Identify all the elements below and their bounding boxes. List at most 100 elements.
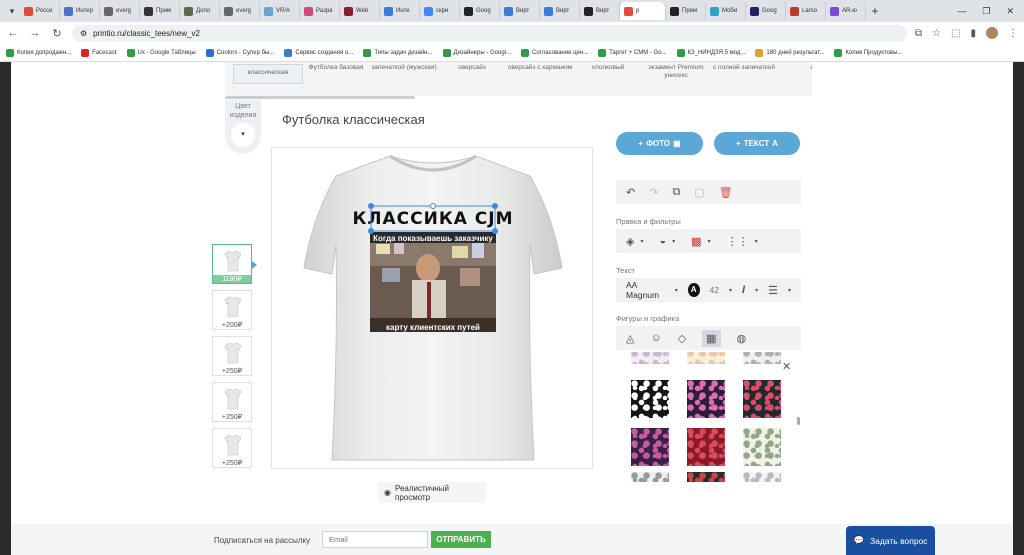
close-icon[interactable]: ✕ xyxy=(782,360,791,373)
diamond-icon[interactable]: ◇ xyxy=(678,332,686,345)
color-picker[interactable]: Цвет изделия ▾ xyxy=(225,100,261,154)
design-canvas[interactable]: Когда показываешь заказчику карту клиент… xyxy=(271,147,593,469)
pattern-swatch[interactable] xyxy=(687,380,725,418)
add-photo-button[interactable]: + ФОТО ▣ xyxy=(616,132,703,155)
copy-icon[interactable]: ⧉ xyxy=(672,186,680,199)
chevron-down-icon[interactable]: ▾ xyxy=(755,287,758,294)
pattern-swatch[interactable] xyxy=(743,472,781,482)
browser-tab[interactable]: VR/A xyxy=(260,2,300,20)
browser-tab[interactable]: Прим xyxy=(140,2,180,20)
pattern-swatch[interactable] xyxy=(631,472,669,482)
new-tab-icon[interactable]: + xyxy=(866,4,884,18)
browser-tab[interactable]: Lamo xyxy=(786,2,826,20)
browser-tab[interactable]: everg xyxy=(220,2,260,20)
bookmark-item[interactable]: Facecast xyxy=(81,48,117,57)
chevron-down-icon[interactable]: ▾ xyxy=(708,238,711,245)
browser-tab[interactable]: Прим xyxy=(666,2,706,20)
duplicate-icon[interactable]: ▢ xyxy=(694,186,704,199)
chevron-down-icon[interactable]: ▾ xyxy=(675,287,678,294)
browser-tab[interactable]: Вирт xyxy=(500,2,540,20)
caption-top[interactable]: Когда показываешь заказчику xyxy=(373,234,493,243)
send-button[interactable]: ОТПРАВИТЬ xyxy=(431,531,491,548)
font-size-select[interactable]: 42 xyxy=(710,285,719,295)
browser-tab[interactable]: Моби xyxy=(706,2,746,20)
font-color-swatch[interactable]: A xyxy=(687,283,700,297)
meme-photo[interactable] xyxy=(370,236,496,332)
pattern-swatch[interactable] xyxy=(687,352,725,364)
bookmark-item[interactable]: Таргет + СММ - Go... xyxy=(598,48,667,57)
browser-tab[interactable]: Разра xyxy=(300,2,340,20)
redo-icon[interactable]: ↷ xyxy=(649,186,658,199)
email-input[interactable] xyxy=(322,531,428,548)
align-icon[interactable]: ☰ xyxy=(768,284,778,297)
browser-tab[interactable]: everg xyxy=(100,2,140,20)
pattern-swatch[interactable] xyxy=(631,380,669,418)
minimize-icon[interactable]: — xyxy=(957,6,966,17)
cast-icon[interactable]: ⧉ xyxy=(915,28,922,39)
reload-icon[interactable]: ↻ xyxy=(50,27,64,40)
product-type-item[interactable]: а xyxy=(777,64,812,72)
browser-tab[interactable]: Goog xyxy=(460,2,500,20)
stroke-color-icon[interactable]: ▩ xyxy=(691,235,701,248)
browser-tab[interactable]: Вирт xyxy=(540,2,580,20)
menu-icon[interactable]: ⋮ xyxy=(1008,28,1018,39)
profile-avatar[interactable] xyxy=(986,27,998,39)
product-type-item[interactable]: оверсайз xyxy=(437,64,507,72)
view-thumbnail[interactable]: +250₽ xyxy=(212,382,252,422)
pattern-icon[interactable]: ▦ xyxy=(702,329,721,347)
bookmark-item[interactable]: КЗ_НИНДЗЯ 5 мод... xyxy=(676,48,745,57)
pattern-swatch[interactable] xyxy=(631,352,669,364)
site-info-icon[interactable]: ⚙ xyxy=(80,29,87,38)
product-type-item[interactable]: с полной запечаткой xyxy=(709,64,779,72)
texture-icon[interactable]: ◍ xyxy=(737,332,747,345)
pattern-swatch[interactable] xyxy=(631,428,669,466)
caption-bottom[interactable]: карту клиентских путей xyxy=(386,323,480,332)
url-input[interactable]: ⚙ printio.ru/classic_tees/new_v2 xyxy=(72,24,907,42)
back-icon[interactable]: ← xyxy=(6,27,20,39)
bookmark-item[interactable]: Ux - Google Таблицы xyxy=(126,48,196,57)
view-thumbnail[interactable]: +250₽ xyxy=(212,428,252,468)
chevron-down-icon[interactable]: ▾ xyxy=(672,238,675,245)
bookmark-item[interactable]: Сервис создания о... xyxy=(284,48,353,57)
shapes-icon[interactable]: ◬ xyxy=(626,332,634,345)
browser-tab[interactable]: Вирт xyxy=(580,2,620,20)
bookmark-item[interactable]: Копия Продуктовы... xyxy=(834,48,902,57)
browser-tab[interactable]: AR-ю xyxy=(826,2,866,20)
tab-search-icon[interactable]: ▾ xyxy=(4,3,20,19)
smiley-icon[interactable]: ☺ xyxy=(650,332,661,344)
browser-tab[interactable]: Допо xyxy=(180,2,220,20)
ask-question-button[interactable]: 💬 Задать вопрос xyxy=(846,526,935,555)
bookmark-item[interactable]: Копия допродажн... xyxy=(6,48,71,57)
close-window-icon[interactable]: ✕ xyxy=(1006,6,1014,17)
pattern-scrollbar[interactable] xyxy=(797,417,800,425)
browser-tab[interactable]: р xyxy=(620,2,666,20)
grid-icon[interactable]: ⋮⋮ xyxy=(727,235,749,248)
pattern-swatch[interactable] xyxy=(743,380,781,418)
product-type-item[interactable]: оверсайз с карманом xyxy=(505,64,575,72)
product-type-item[interactable]: запечаткой (мужская) xyxy=(369,64,439,72)
extensions-icon[interactable]: ⬚ xyxy=(951,28,960,39)
pattern-swatch[interactable] xyxy=(687,472,725,482)
maximize-icon[interactable]: ❐ xyxy=(982,6,990,17)
undo-icon[interactable]: ↶ xyxy=(626,186,635,199)
browser-tab[interactable]: Интер xyxy=(60,2,100,20)
layers-icon[interactable]: ◈ xyxy=(626,235,634,248)
design-headline[interactable]: КЛАССИКА CJM xyxy=(352,209,513,229)
browser-tab[interactable]: Web xyxy=(340,2,380,20)
font-select[interactable]: AA Magnum xyxy=(626,280,665,300)
product-type-item[interactable]: Футболка базовая xyxy=(301,64,371,72)
bookmark-item[interactable]: 180 дней результат... xyxy=(755,48,824,57)
browser-tab[interactable]: Инте xyxy=(380,2,420,20)
bookmark-item[interactable]: Согласование цен... xyxy=(521,48,588,57)
product-type-item[interactable]: хлопковый xyxy=(573,64,643,72)
chevron-down-icon[interactable]: ▾ xyxy=(755,238,758,245)
trash-icon[interactable]: 🗑 xyxy=(719,186,733,199)
view-thumbnail[interactable]: +250₽ xyxy=(212,336,252,376)
product-type-item[interactable]: экзамент Premium унисекс xyxy=(641,64,711,80)
chevron-down-icon[interactable]: ▾ xyxy=(640,238,643,245)
add-text-button[interactable]: + ТЕКСТ A xyxy=(714,132,800,155)
view-thumbnail[interactable]: 1190₽ xyxy=(212,244,252,284)
bookmark-item[interactable]: Типы задач дизайн... xyxy=(363,48,433,57)
product-strip-scrollbar[interactable] xyxy=(225,96,415,99)
forward-icon[interactable]: → xyxy=(28,27,42,39)
